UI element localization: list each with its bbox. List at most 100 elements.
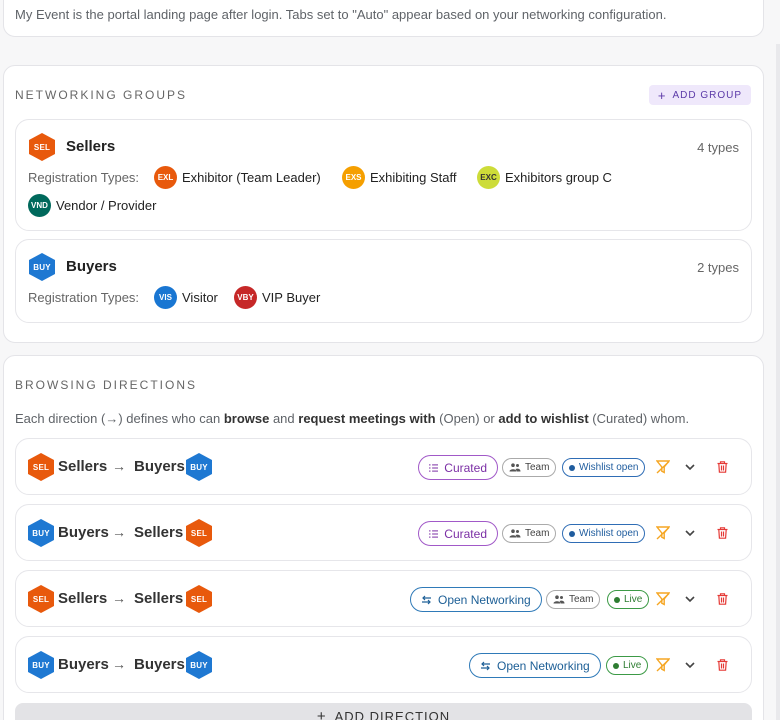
to-group-badge: SEL [186,585,212,613]
mode-pill-curated[interactable]: Curated [418,521,498,546]
trash-icon[interactable] [712,654,732,676]
direction-row[interactable]: BUY Buyers → Sellers SEL Curated Team Wi… [15,504,752,561]
reg-type-label: Exhibitors group C [505,170,612,185]
status-pill-live: Live [606,656,649,675]
intro-text: My Event is the portal landing page afte… [15,7,667,22]
scrollbar-track[interactable] [776,44,780,720]
desc-bold: browse [223,411,270,426]
status-dot-icon [569,530,575,537]
networking-groups-card: NETWORKING GROUPS + ADD GROUP SEL Seller… [3,65,764,343]
reg-type-badge: EXC [477,166,500,189]
list-icon [429,463,439,472]
team-label: Team [525,462,550,473]
swap-icon [422,595,431,604]
team-label: Team [569,594,594,605]
to-group-name: Sellers [134,590,184,607]
registration-types-label: Registration Types: [28,170,140,185]
group-card-buyers[interactable]: BUY Buyers 2 types Registration Types: V… [15,239,752,323]
browsing-directions-title: BROWSING DIRECTIONS [15,378,198,392]
arrow-right-icon: → [112,524,126,540]
to-group-badge: BUY [186,453,212,481]
chevron-down-icon[interactable] [680,522,700,544]
filter-off-icon[interactable] [653,456,673,478]
desc-text: (Open) or [435,411,499,426]
mode-label: Curated [444,460,487,475]
group-name: Buyers [66,258,117,275]
team-pill: Team [502,524,557,543]
reg-type-badge: VIS [154,286,177,309]
status-label: Live [624,594,643,605]
add-direction-label: ADD DIRECTION [334,709,451,720]
reg-type-badge: VND [28,194,51,217]
to-group-name: Buyers [134,458,185,475]
team-label: Team [525,528,550,539]
intro-card: My Event is the portal landing page afte… [3,0,764,37]
status-pill-live: Live [607,590,650,609]
desc-text: and [269,411,299,426]
team-pill: Team [502,458,557,477]
status-dot-icon [613,662,619,669]
chevron-down-icon[interactable] [680,456,700,478]
arrow-right-icon: → [112,590,126,606]
reg-type-badge: VBY [234,286,257,309]
from-group-badge: SEL [28,453,54,481]
plus-icon: + [316,708,327,720]
arrow-right-icon: → [112,458,126,474]
reg-type-chip: VBY VIP Buyer [234,286,320,309]
status-pill-wishlist: Wishlist open [562,458,646,477]
direction-row[interactable]: SEL Sellers → Buyers BUY Curated Team Wi… [15,438,752,495]
registration-types-label: Registration Types: [28,290,140,305]
direction-row[interactable]: SEL Sellers → Sellers SEL Open Networkin… [15,570,752,627]
from-group-name: Buyers [58,524,109,541]
reg-type-chip: VIS Visitor [154,286,218,309]
status-label: Live [623,660,642,671]
group-badge-buyers: BUY [29,253,55,281]
filter-off-icon[interactable] [653,654,673,676]
status-pill-wishlist: Wishlist open [562,524,646,543]
to-group-badge: SEL [186,519,212,547]
to-group-badge: BUY [186,651,212,679]
chevron-down-icon[interactable] [680,654,700,676]
direction-row[interactable]: BUY Buyers → Buyers BUY Open Networking … [15,636,752,693]
status-label: Wishlist open [579,528,639,539]
filter-off-icon[interactable] [653,522,673,544]
trash-icon[interactable] [712,522,732,544]
mode-pill-open-networking[interactable]: Open Networking [469,653,601,678]
status-label: Wishlist open [579,462,639,473]
team-icon [509,463,521,472]
swap-icon [481,661,490,670]
chevron-down-icon[interactable] [680,588,700,610]
directions-description: Each direction (→) defines who can brows… [15,411,689,426]
from-group-badge: BUY [28,519,54,547]
team-pill: Team [546,590,601,609]
reg-type-label: Vendor / Provider [56,198,157,213]
from-group-badge: SEL [28,585,54,613]
group-badge-sellers: SEL [29,133,55,161]
mode-label: Open Networking [497,658,590,673]
reg-type-label: Visitor [182,290,218,305]
mode-pill-curated[interactable]: Curated [418,455,498,480]
to-group-name: Buyers [134,656,185,673]
to-group-name: Sellers [134,524,184,541]
filter-off-icon[interactable] [653,588,673,610]
browsing-directions-card: BROWSING DIRECTIONS Each direction (→) d… [3,355,764,720]
group-type-count: 2 types [697,260,739,275]
reg-type-chip: EXL Exhibitor (Team Leader) [154,166,321,189]
add-direction-button[interactable]: + ADD DIRECTION [15,703,752,720]
trash-icon[interactable] [712,588,732,610]
reg-type-badge: EXL [154,166,177,189]
mode-label: Open Networking [438,592,531,607]
trash-icon[interactable] [712,456,732,478]
reg-type-label: VIP Buyer [262,290,321,305]
desc-bold: request meetings with [298,411,436,426]
group-card-sellers[interactable]: SEL Sellers 4 types Registration Types: … [15,119,752,231]
reg-type-chip: VND Vendor / Provider [28,194,156,217]
desc-text: Each direction (→) defines who can [15,411,224,426]
from-group-name: Sellers [58,458,108,475]
desc-text: (Curated) whom. [588,411,690,426]
group-type-count: 4 types [697,140,739,155]
add-group-button[interactable]: + ADD GROUP [648,85,751,105]
plus-icon: + [657,87,667,103]
team-icon [553,595,565,604]
mode-pill-open-networking[interactable]: Open Networking [410,587,542,612]
